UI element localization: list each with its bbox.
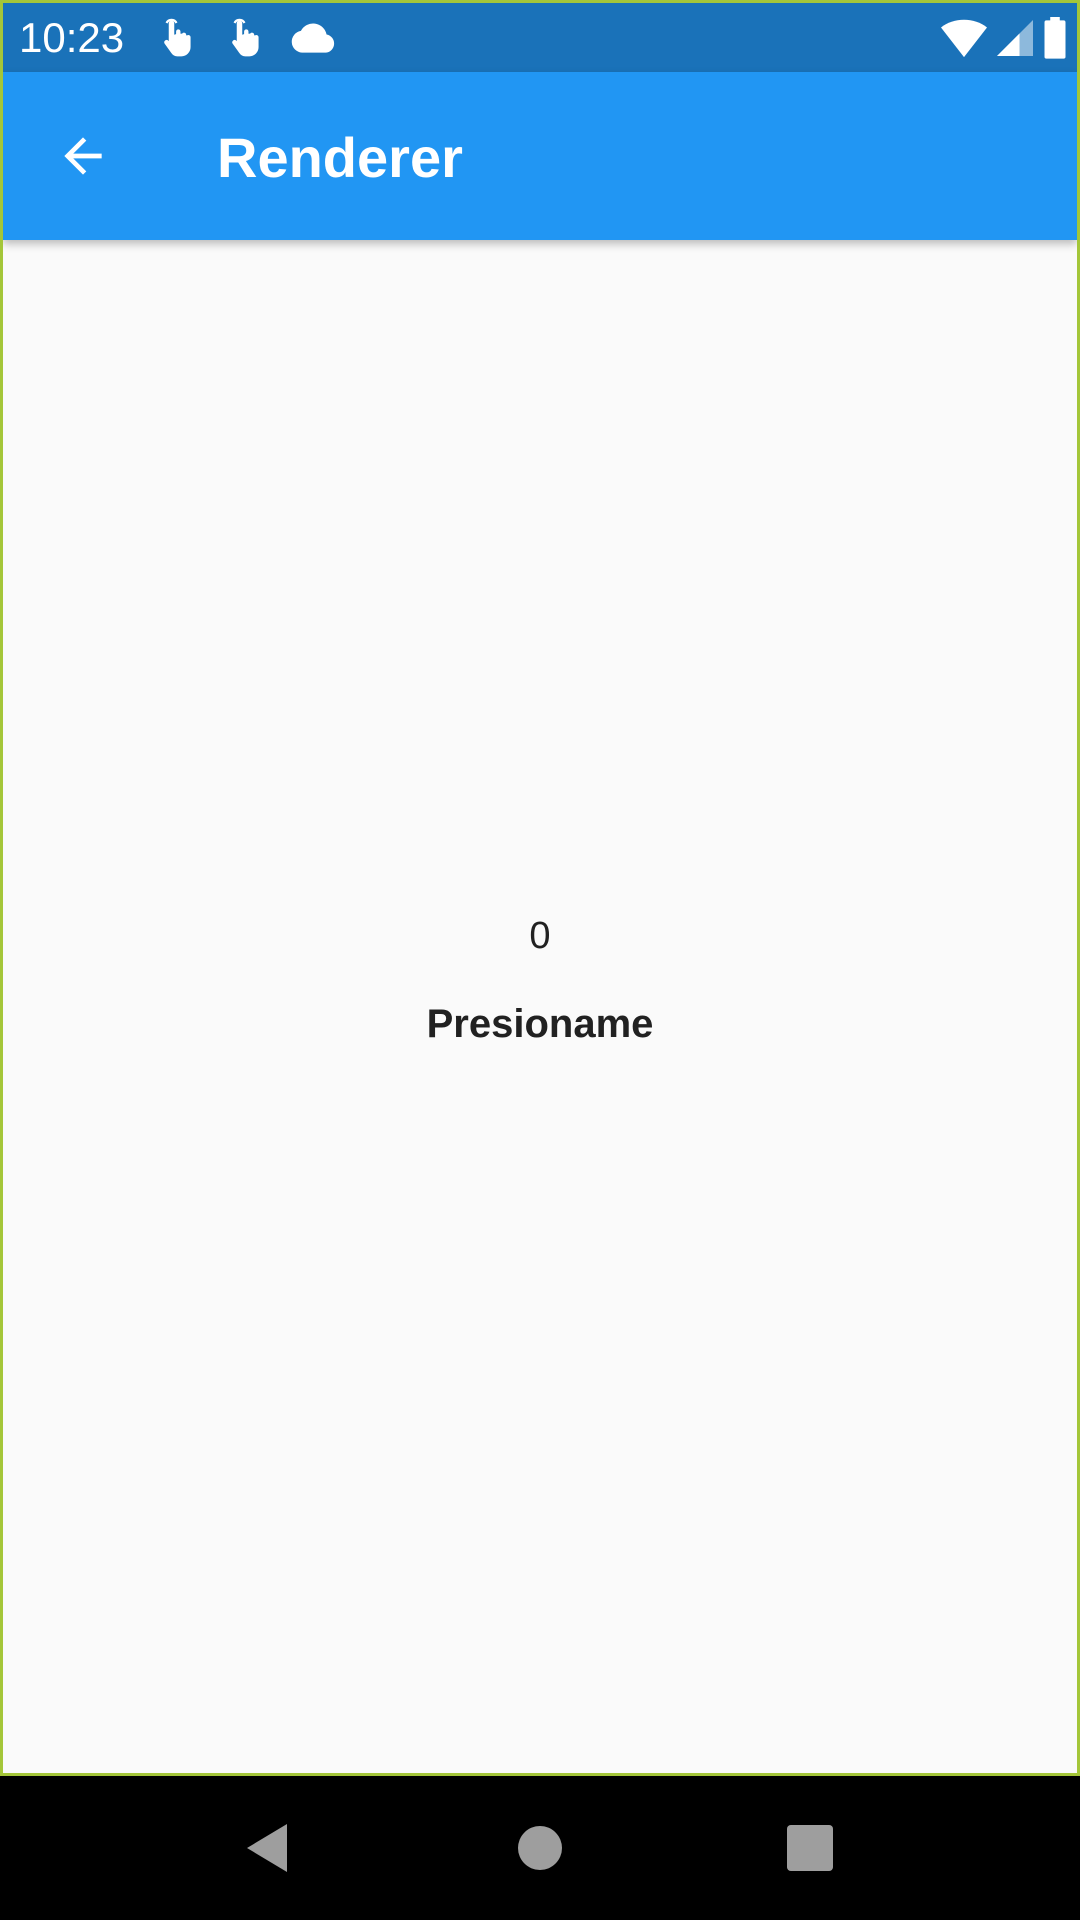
arrow-back-icon — [64, 137, 102, 175]
app-window: 10:23 Renderer 0 Presioname — [0, 0, 1080, 1776]
touch-icon — [164, 18, 191, 57]
device-screen: 10:23 Renderer 0 Presioname — [0, 0, 1080, 1920]
main-content: 0 Presioname — [3, 240, 1077, 1773]
touch-icon — [232, 18, 259, 57]
signal-icon — [997, 20, 1033, 56]
press-me-button[interactable]: Presioname — [390, 982, 690, 1066]
app-bar: Renderer — [3, 72, 1077, 240]
wifi-icon — [941, 19, 987, 58]
cloud-icon — [291, 23, 335, 53]
recents-square-icon — [787, 1825, 833, 1871]
counter-value: 0 — [529, 915, 551, 957]
status-notification-icons — [155, 15, 335, 61]
nav-back-button[interactable] — [217, 1798, 317, 1898]
back-triangle-icon — [247, 1824, 287, 1872]
status-bar: 10:23 — [3, 3, 1077, 72]
home-circle-icon — [518, 1826, 562, 1870]
page-title: Renderer — [217, 126, 463, 189]
nav-home-button[interactable] — [490, 1798, 590, 1898]
status-time: 10:23 — [19, 14, 125, 61]
nav-recents-button[interactable] — [760, 1798, 860, 1898]
battery-icon — [1044, 17, 1066, 59]
status-system-icons — [941, 15, 1067, 61]
back-button[interactable] — [39, 112, 127, 200]
navigation-bar — [0, 1776, 1080, 1920]
